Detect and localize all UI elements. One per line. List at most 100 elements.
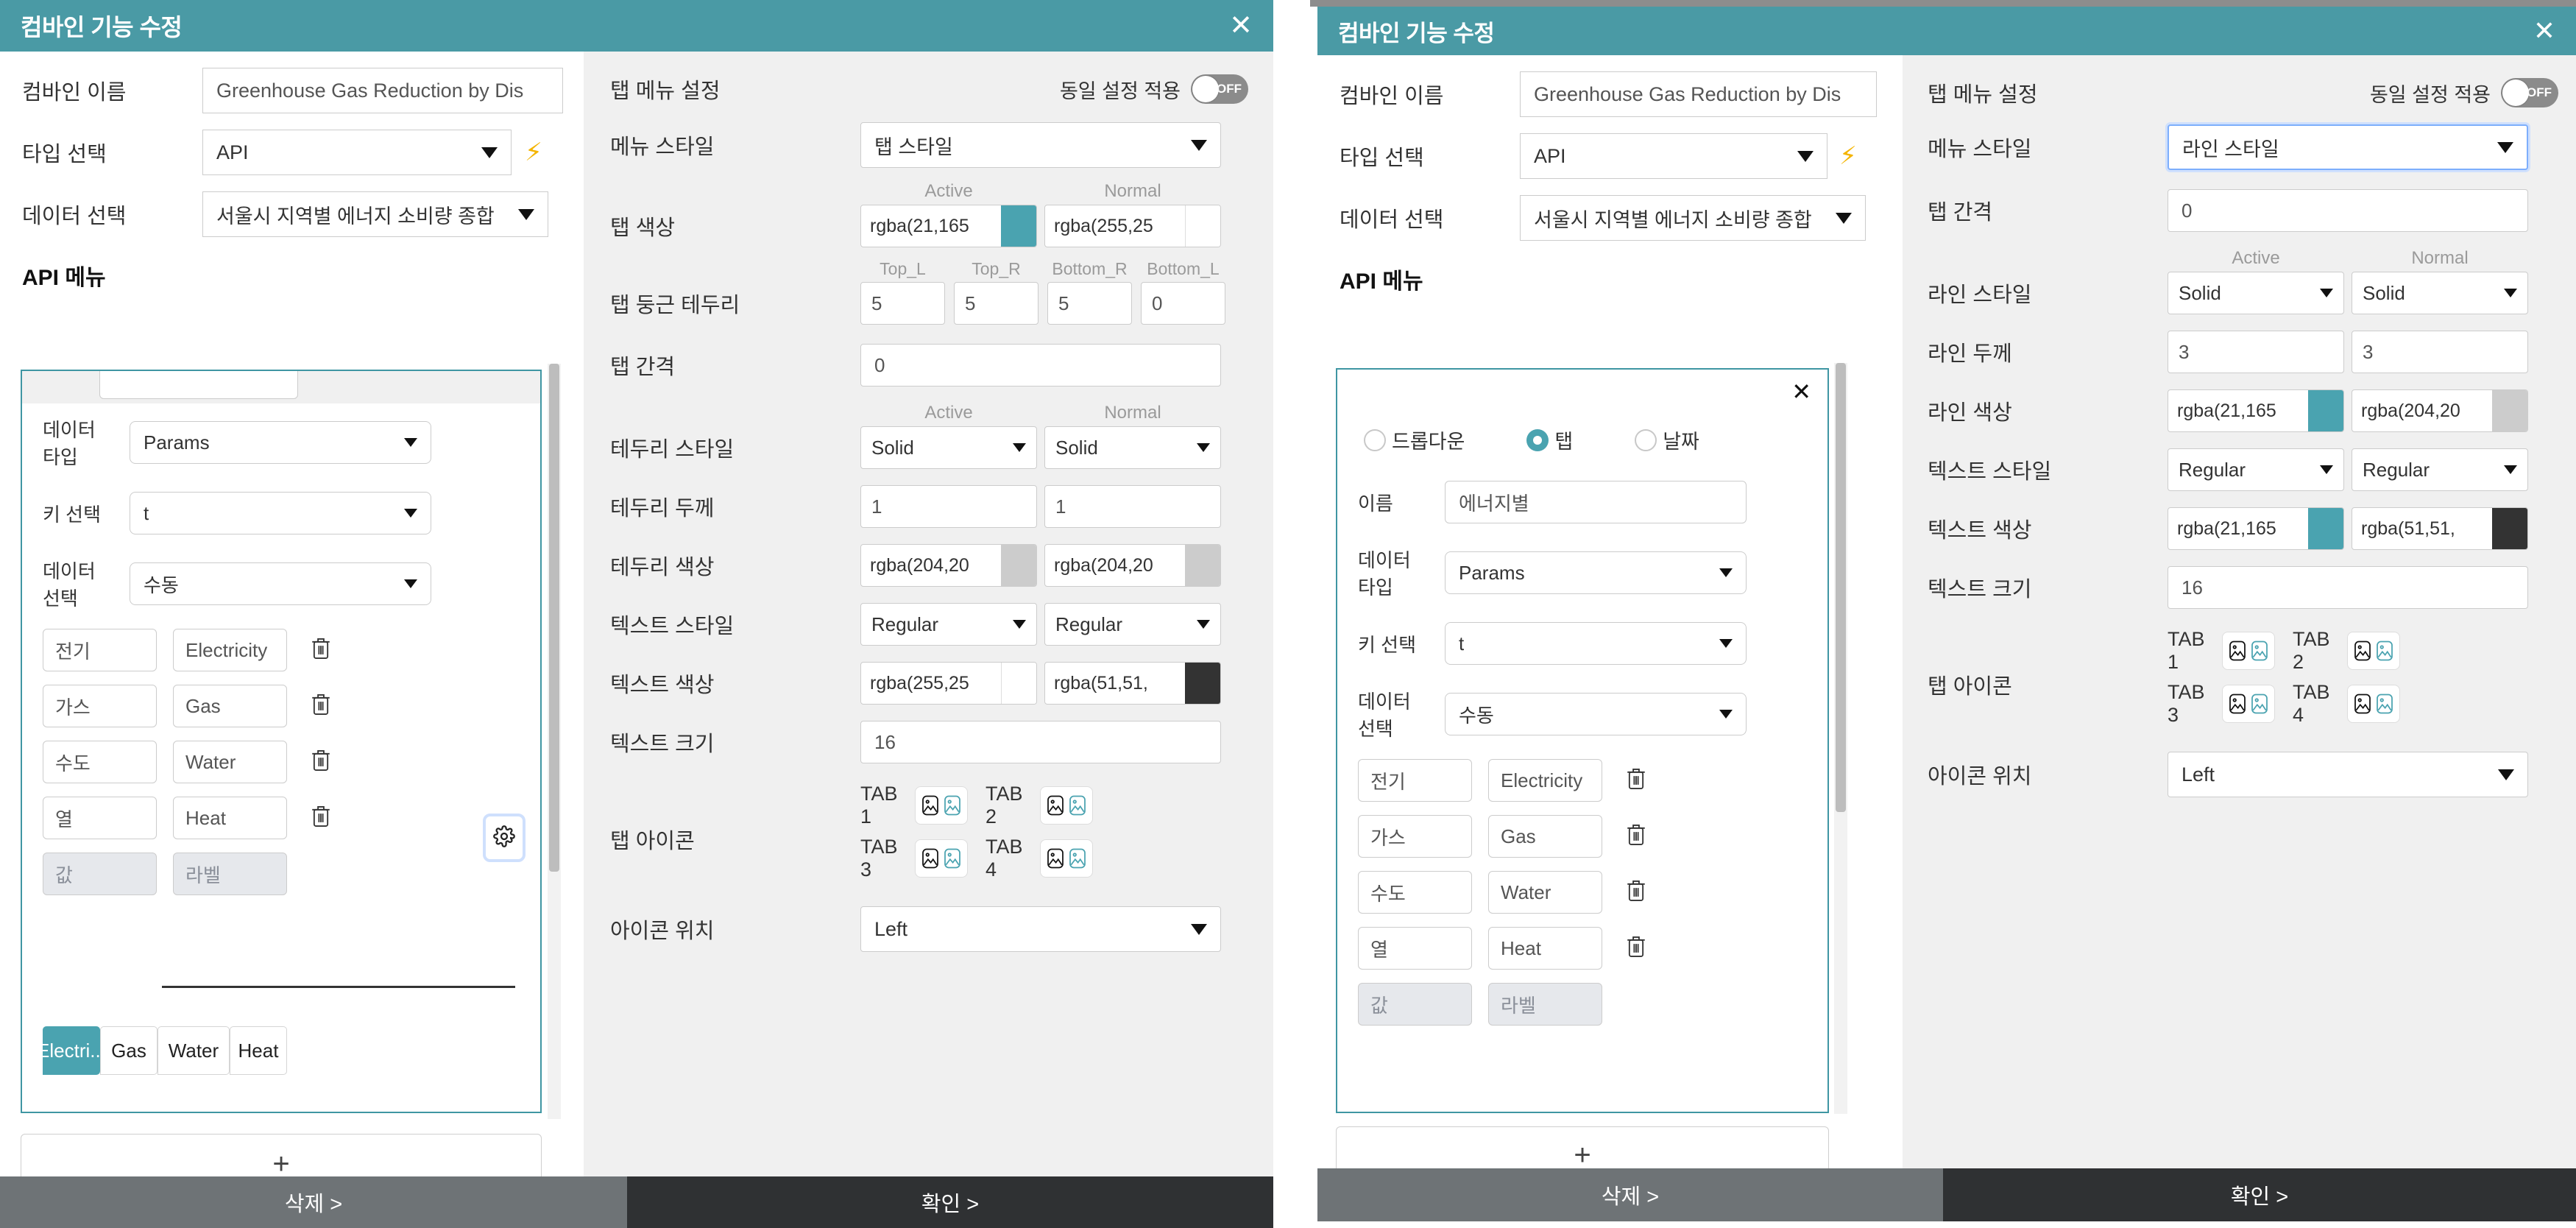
pair-key-input[interactable]: 열 [43, 797, 157, 839]
pair-key-input[interactable]: 전기 [43, 629, 157, 671]
tab-icon-picker[interactable] [1040, 839, 1093, 878]
radio-date[interactable] [1635, 428, 1657, 451]
menu-style-dropdown[interactable]: 탭 스타일 [860, 122, 1221, 168]
line-style-active-dropdown[interactable]: Solid [2168, 272, 2344, 314]
confirm-button[interactable]: 확인 > [627, 1176, 1273, 1228]
tab-icon-picker[interactable] [1040, 786, 1093, 825]
color-swatch[interactable] [2308, 390, 2343, 431]
tab-preview-item[interactable]: Electri... [37, 1026, 106, 1075]
text-color-active-field[interactable]: rgba(255,25 [860, 662, 1037, 705]
color-swatch[interactable] [2492, 508, 2527, 549]
trash-icon[interactable] [1624, 878, 1648, 907]
card-scrollbar-thumb[interactable] [1836, 363, 1846, 812]
icon-position-dropdown[interactable]: Left [860, 906, 1221, 952]
line-color-active-field[interactable]: rgba(21,165 [2168, 389, 2344, 432]
text-style-active-dropdown[interactable]: Regular [2168, 448, 2344, 491]
tab-color-normal-field[interactable]: rgba(255,25 [1044, 205, 1221, 247]
close-icon[interactable]: ✕ [2533, 18, 2555, 44]
tab-icon-picker[interactable] [2347, 685, 2400, 723]
trash-icon[interactable] [309, 748, 333, 777]
color-swatch[interactable] [1185, 545, 1220, 586]
color-swatch[interactable] [1185, 663, 1220, 704]
menu-style-dropdown[interactable]: 라인 스타일 [2168, 124, 2528, 170]
card-key-dropdown[interactable]: t [1445, 622, 1747, 665]
card-datatype-dropdown[interactable]: Params [1445, 551, 1747, 594]
radius-topr-input[interactable]: 5 [954, 282, 1038, 325]
pair-label-input[interactable]: Gas [1488, 815, 1602, 858]
data-select-dropdown[interactable]: 서울시 지역별 에너지 소비량 종합 [1520, 195, 1866, 241]
card-key-dropdown[interactable]: t [130, 492, 431, 534]
tab-preview-item[interactable]: Gas [100, 1026, 158, 1075]
text-size-input[interactable]: 16 [860, 721, 1221, 763]
new-label-input[interactable]: 라벨 [1488, 983, 1602, 1026]
radius-bottoml-input[interactable]: 0 [1141, 282, 1225, 325]
text-color-active-field[interactable]: rgba(21,165 [2168, 507, 2344, 550]
text-color-normal-field[interactable]: rgba(51,51, [1044, 662, 1221, 705]
pair-label-input[interactable]: Heat [173, 797, 287, 839]
text-size-input[interactable]: 16 [2168, 566, 2528, 609]
card-dataselect-dropdown[interactable]: 수동 [130, 562, 431, 605]
card-scrollbar-thumb[interactable] [549, 364, 559, 872]
color-swatch[interactable] [1001, 545, 1036, 586]
line-width-active-input[interactable]: 3 [2168, 331, 2344, 373]
lightning-bolt-icon[interactable]: ⚡ [1839, 141, 1857, 171]
tab-icon-picker[interactable] [915, 786, 968, 825]
card-dataselect-dropdown[interactable]: 수동 [1445, 693, 1747, 735]
tab-icon-picker[interactable] [2222, 685, 2275, 723]
type-select-dropdown[interactable]: API [1520, 133, 1827, 179]
gear-button[interactable] [483, 814, 526, 862]
tab-color-active-field[interactable]: rgba(21,165 [860, 205, 1037, 247]
tab-preview-item[interactable]: Heat [230, 1026, 287, 1075]
pair-label-input[interactable]: Electricity [1488, 759, 1602, 802]
new-label-input[interactable]: 라벨 [173, 853, 287, 895]
pair-label-input[interactable]: Water [173, 741, 287, 783]
tab-gap-input[interactable]: 0 [2168, 189, 2528, 232]
border-style-normal-dropdown[interactable]: Solid [1044, 426, 1221, 469]
same-setting-toggle[interactable]: OFF [1191, 74, 1248, 104]
pair-label-input[interactable]: Water [1488, 871, 1602, 914]
border-width-active-input[interactable]: 1 [860, 485, 1037, 528]
close-icon[interactable]: ✕ [1229, 12, 1253, 40]
line-color-normal-field[interactable]: rgba(204,20 [2352, 389, 2528, 432]
trash-icon[interactable] [1624, 822, 1648, 851]
border-color-active-field[interactable]: rgba(204,20 [860, 544, 1037, 587]
same-setting-toggle[interactable]: OFF [2501, 78, 2558, 107]
tab-gap-input[interactable]: 0 [860, 344, 1221, 387]
trash-icon[interactable] [1624, 934, 1648, 963]
close-icon[interactable]: ✕ [1791, 380, 1811, 403]
tab-icon-picker[interactable] [915, 839, 968, 878]
text-style-normal-dropdown[interactable]: Regular [2352, 448, 2528, 491]
combine-name-input[interactable]: Greenhouse Gas Reduction by Dis [1520, 71, 1877, 117]
card-datatype-dropdown[interactable]: Params [130, 421, 431, 464]
icon-position-dropdown[interactable]: Left [2168, 752, 2528, 797]
type-select-dropdown[interactable]: API [202, 130, 512, 175]
color-swatch[interactable] [1185, 205, 1220, 247]
new-key-input[interactable]: 값 [43, 853, 157, 895]
pair-key-input[interactable]: 가스 [1358, 815, 1472, 858]
line-style-normal-dropdown[interactable]: Solid [2352, 272, 2528, 314]
pair-key-input[interactable]: 열 [1358, 927, 1472, 970]
pair-key-input[interactable]: 가스 [43, 685, 157, 727]
text-color-normal-field[interactable]: rgba(51,51, [2352, 507, 2528, 550]
pair-key-input[interactable]: 전기 [1358, 759, 1472, 802]
tab-preview-item[interactable]: Water [158, 1026, 230, 1075]
radio-tab[interactable] [1526, 428, 1549, 451]
radius-bottomr-input[interactable]: 5 [1047, 282, 1132, 325]
delete-button[interactable]: 삭제 > [1317, 1168, 1943, 1221]
border-width-normal-input[interactable]: 1 [1044, 485, 1221, 528]
radius-topl-input[interactable]: 5 [860, 282, 945, 325]
card-name-input[interactable]: 에너지별 [1445, 481, 1747, 523]
color-swatch[interactable] [2308, 508, 2343, 549]
pair-label-input[interactable]: Gas [173, 685, 287, 727]
pair-label-input[interactable]: Heat [1488, 927, 1602, 970]
trash-icon[interactable] [309, 636, 333, 665]
color-swatch[interactable] [2492, 390, 2527, 431]
pair-label-input[interactable]: Electricity [173, 629, 287, 671]
color-swatch[interactable] [1001, 663, 1036, 704]
text-style-normal-dropdown[interactable]: Regular [1044, 603, 1221, 646]
trash-icon[interactable] [309, 804, 333, 833]
border-color-normal-field[interactable]: rgba(204,20 [1044, 544, 1221, 587]
pair-key-input[interactable]: 수도 [1358, 871, 1472, 914]
trash-icon[interactable] [1624, 766, 1648, 795]
confirm-button[interactable]: 확인 > [1943, 1168, 2576, 1221]
